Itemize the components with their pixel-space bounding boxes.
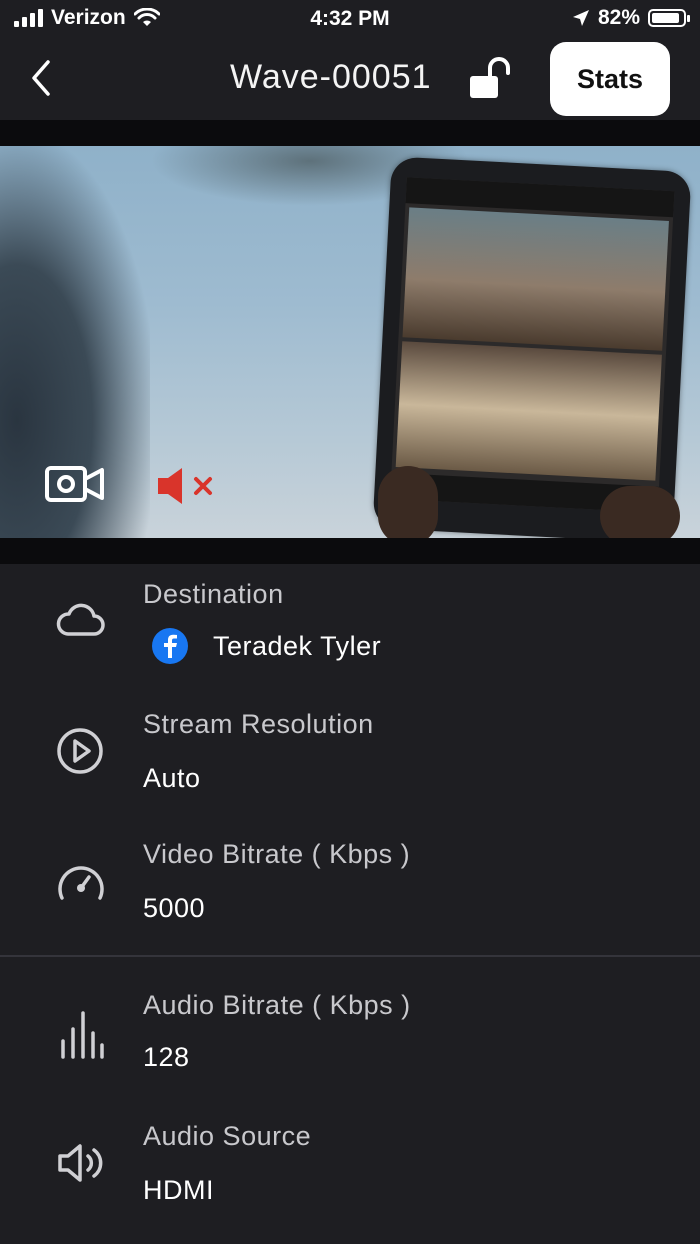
stream-resolution-row[interactable]: Stream Resolution Auto — [0, 702, 700, 812]
muted-speaker-icon[interactable] — [156, 466, 216, 506]
audio-bitrate-row[interactable]: Audio Bitrate ( Kbps ) 128 — [0, 983, 700, 1093]
destination-value: Teradek Tyler — [213, 631, 382, 661]
stream-resolution-label: Stream Resolution — [143, 709, 374, 739]
audio-bars-icon — [61, 1011, 104, 1059]
audio-source-label: Audio Source — [143, 1121, 312, 1151]
audio-source-row[interactable]: Audio Source HDMI — [0, 1114, 700, 1224]
battery-icon — [648, 9, 690, 27]
video-bitrate-value: 5000 — [143, 893, 206, 923]
destination-row[interactable]: Destination Teradek Tyler — [0, 572, 700, 682]
back-chevron-icon[interactable] — [24, 56, 64, 100]
speedometer-icon — [58, 866, 104, 900]
stream-resolution-value: Auto — [143, 763, 201, 793]
speaker-icon — [58, 1144, 103, 1182]
audio-bitrate-value: 128 — [143, 1042, 190, 1072]
unlock-icon[interactable] — [466, 56, 514, 102]
cloud-icon — [56, 603, 105, 636]
status-bar: Verizon 4:32 PM 82% — [0, 0, 700, 40]
status-right: 82% — [572, 6, 690, 30]
destination-label: Destination — [143, 579, 284, 609]
video-bitrate-label: Video Bitrate ( Kbps ) — [143, 839, 411, 869]
facebook-icon — [152, 628, 188, 664]
section-divider — [0, 955, 700, 957]
location-arrow-icon — [572, 10, 589, 26]
nav-bar: Wave-00051 Stats — [0, 40, 700, 120]
stats-button[interactable]: Stats — [550, 42, 670, 116]
video-camera-icon[interactable] — [44, 462, 106, 506]
audio-source-value: HDMI — [143, 1175, 214, 1205]
audio-bitrate-label: Audio Bitrate ( Kbps ) — [143, 990, 411, 1020]
battery-percent: 82% — [597, 6, 640, 29]
page-title: Wave-00051 — [230, 58, 432, 96]
play-circle-icon — [57, 728, 103, 774]
video-bitrate-row[interactable]: Video Bitrate ( Kbps ) 5000 — [0, 832, 700, 942]
